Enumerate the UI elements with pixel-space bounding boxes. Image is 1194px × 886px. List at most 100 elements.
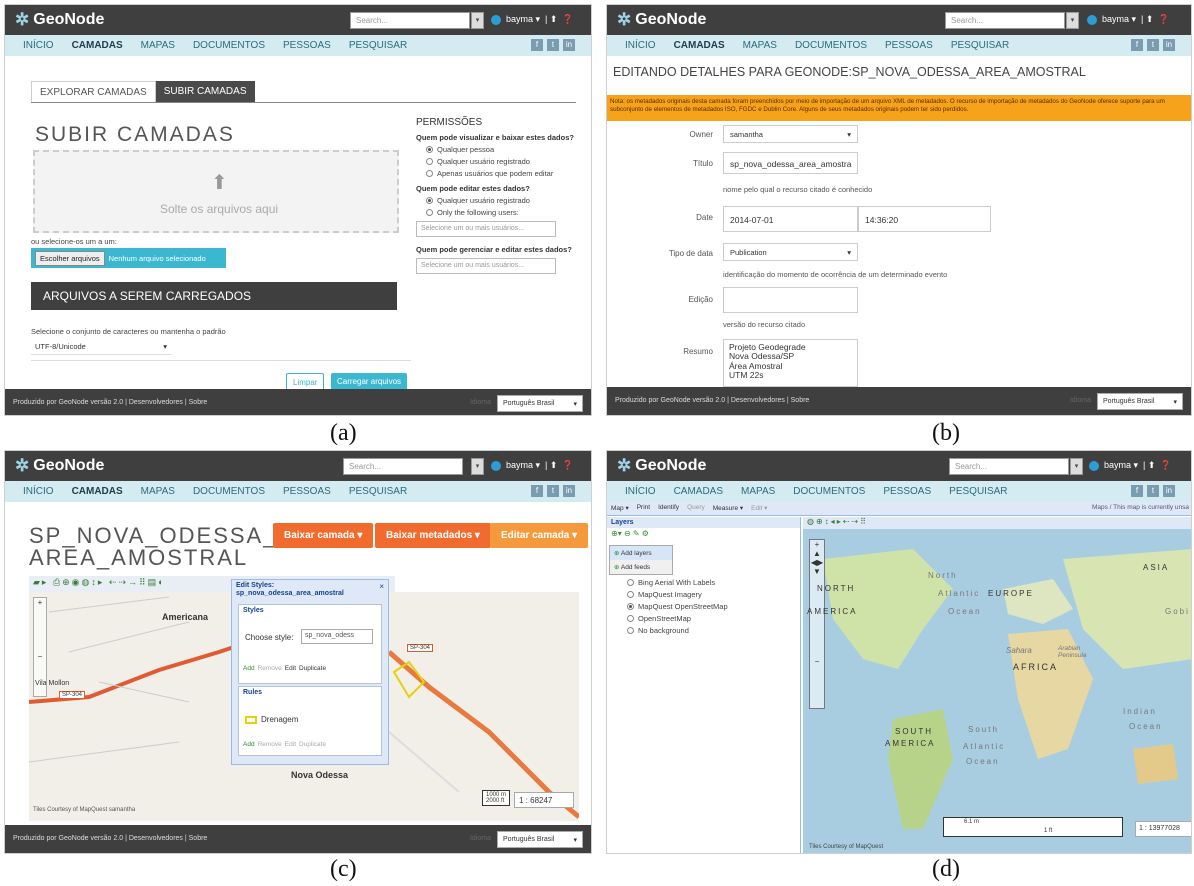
charset-select[interactable]: UTF-8/Unicode ▾: [31, 339, 171, 355]
scale-select[interactable]: 1 : 68247: [514, 792, 574, 808]
owner-select[interactable]: samantha ▾: [723, 125, 858, 143]
edit-rule-button[interactable]: Edit: [285, 741, 296, 748]
user-menu[interactable]: bayma ▾ | ⬆ ❓: [1087, 14, 1170, 25]
nav-documentos[interactable]: DOCUMENTOS: [193, 486, 265, 497]
help-icon[interactable]: ❓: [1160, 460, 1171, 471]
nav-pesquisar[interactable]: PESQUISAR: [949, 486, 1007, 497]
language-select[interactable]: Português Brasil ▾: [1097, 393, 1183, 410]
nav-camadas[interactable]: CAMADAS: [72, 486, 123, 497]
user-menu[interactable]: bayma ▾ | ⬆ ❓: [491, 14, 574, 25]
search-icon[interactable]: ▾: [1066, 12, 1079, 29]
add-style-button[interactable]: Add: [243, 665, 255, 672]
manage-users-input[interactable]: Selecione um ou mais usuários...: [416, 258, 556, 274]
pan-control[interactable]: + ▲ ◀▶ ▼ −: [809, 539, 825, 709]
help-icon[interactable]: ❓: [1158, 14, 1169, 25]
linkedin-icon[interactable]: in: [1163, 39, 1175, 51]
rule-item[interactable]: Drenagem: [245, 715, 298, 724]
style-select[interactable]: sp_nova_odess: [301, 629, 373, 644]
search-input[interactable]: Search...: [350, 12, 470, 29]
download-layer-button[interactable]: Baixar camada ▾: [273, 523, 374, 548]
map-menu-button[interactable]: Map ▾: [611, 504, 629, 513]
edit-style-button[interactable]: Edit: [285, 665, 296, 672]
layer-mq-imagery[interactable]: MapQuest Imagery: [627, 590, 728, 599]
help-icon[interactable]: ❓: [562, 14, 573, 25]
upload-icon[interactable]: | ⬆: [545, 14, 557, 25]
nav-pessoas[interactable]: PESSOAS: [283, 40, 331, 51]
nav-mapas[interactable]: MAPAS: [743, 40, 777, 51]
search-icon[interactable]: ▾: [1070, 458, 1083, 475]
upload-icon[interactable]: | ⬆: [1143, 460, 1155, 471]
radio-anyone[interactable]: Qualquer pessoa: [426, 145, 586, 154]
search-input[interactable]: Search...: [949, 458, 1069, 475]
user-menu[interactable]: bayma ▾ | ⬆ ❓: [1089, 460, 1172, 471]
edit-layer-button[interactable]: Editar camada ▾: [490, 523, 589, 548]
nav-inicio[interactable]: INÍCIO: [23, 486, 54, 497]
search-input[interactable]: Search...: [343, 458, 463, 475]
radio-edit-users[interactable]: Only the following users:: [426, 208, 586, 217]
upload-button[interactable]: Carregar arquivos: [331, 373, 408, 390]
geonode-logo[interactable]: ✲ GeoNode: [617, 456, 706, 476]
choose-files-button[interactable]: Escolher arquivos: [35, 250, 105, 266]
nav-mapas[interactable]: MAPAS: [141, 40, 175, 51]
radio-editors[interactable]: Apenas usuários que podem editar: [426, 169, 586, 178]
abstract-textarea[interactable]: Projeto Geodegrade Nova Odessa/SP Área A…: [723, 339, 858, 387]
add-rule-button[interactable]: Add: [243, 741, 255, 748]
nav-pesquisar[interactable]: PESQUISAR: [951, 40, 1009, 51]
nav-pessoas[interactable]: PESSOAS: [885, 40, 933, 51]
close-icon[interactable]: ×: [379, 582, 384, 591]
edit-users-input[interactable]: Selecione um ou mais usuários...: [416, 221, 556, 237]
facebook-icon[interactable]: f: [1131, 39, 1143, 51]
geonode-logo[interactable]: ✲ GeoNode: [617, 10, 706, 30]
twitter-icon[interactable]: t: [1147, 485, 1159, 497]
tab-explorar[interactable]: EXPLORAR CAMADAS: [31, 81, 156, 102]
add-layers-item[interactable]: ⊕ Add layers: [610, 546, 672, 560]
facebook-icon[interactable]: f: [1131, 485, 1143, 497]
nav-pessoas[interactable]: PESSOAS: [283, 486, 331, 497]
drop-zone[interactable]: ⬆ Solte os arquivos aqui: [33, 150, 399, 233]
nav-mapas[interactable]: MAPAS: [141, 486, 175, 497]
download-metadata-button[interactable]: Baixar metadados ▾: [375, 523, 491, 548]
search-icon[interactable]: ▾: [471, 458, 484, 475]
nav-camadas[interactable]: CAMADAS: [674, 486, 723, 497]
nav-inicio[interactable]: INÍCIO: [625, 40, 656, 51]
edition-input[interactable]: [723, 287, 858, 313]
geonode-logo[interactable]: ✲ GeoNode: [15, 10, 104, 30]
tab-subir[interactable]: SUBIR CAMADAS: [155, 81, 255, 102]
radio-registered[interactable]: Qualquer usuário registrado: [426, 157, 586, 166]
linkedin-icon[interactable]: in: [1163, 485, 1175, 497]
nav-documentos[interactable]: DOCUMENTOS: [795, 40, 867, 51]
linkedin-icon[interactable]: in: [563, 39, 575, 51]
time-input[interactable]: 14:36:20: [858, 206, 991, 232]
date-input[interactable]: 2014-07-01: [723, 206, 858, 232]
twitter-icon[interactable]: t: [547, 39, 559, 51]
radio-edit-registered[interactable]: Qualquer usuário registrado: [426, 196, 586, 205]
user-menu[interactable]: bayma ▾ | ⬆ ❓: [491, 460, 574, 471]
map-nav-icons[interactable]: ◍⊕↕◂▸⇠⇢⠿: [807, 517, 868, 526]
print-button[interactable]: Print: [637, 504, 650, 513]
measure-button[interactable]: Measure ▾: [713, 504, 743, 513]
geonode-logo[interactable]: ✲ GeoNode: [15, 456, 104, 476]
nav-pesquisar[interactable]: PESQUISAR: [349, 40, 407, 51]
nav-camadas[interactable]: CAMADAS: [72, 40, 123, 51]
add-feeds-item[interactable]: ⊕ Add feeds: [610, 560, 672, 574]
nav-pessoas[interactable]: PESSOAS: [883, 486, 931, 497]
upload-icon[interactable]: | ⬆: [545, 460, 557, 471]
duplicate-rule-button[interactable]: Duplicate: [299, 741, 326, 748]
layer-none[interactable]: No background: [627, 626, 728, 635]
duplicate-style-button[interactable]: Duplicate: [299, 665, 326, 672]
twitter-icon[interactable]: t: [1147, 39, 1159, 51]
nav-inicio[interactable]: INÍCIO: [23, 40, 54, 51]
nav-documentos[interactable]: DOCUMENTOS: [793, 486, 865, 497]
upload-icon[interactable]: | ⬆: [1141, 14, 1153, 25]
identify-button[interactable]: Identify: [658, 504, 679, 513]
nav-mapas[interactable]: MAPAS: [741, 486, 775, 497]
datatype-select[interactable]: Publication ▾: [723, 243, 858, 261]
layer-osm[interactable]: OpenStreetMap: [627, 614, 728, 623]
query-button[interactable]: Query: [687, 504, 705, 513]
facebook-icon[interactable]: f: [531, 485, 543, 497]
edit-button[interactable]: Edit ▾: [751, 504, 767, 513]
layer-bing[interactable]: Bing Aerial With Labels: [627, 578, 728, 587]
nav-pesquisar[interactable]: PESQUISAR: [349, 486, 407, 497]
layer-mq-osm[interactable]: MapQuest OpenStreetMap: [627, 602, 728, 611]
facebook-icon[interactable]: f: [531, 39, 543, 51]
